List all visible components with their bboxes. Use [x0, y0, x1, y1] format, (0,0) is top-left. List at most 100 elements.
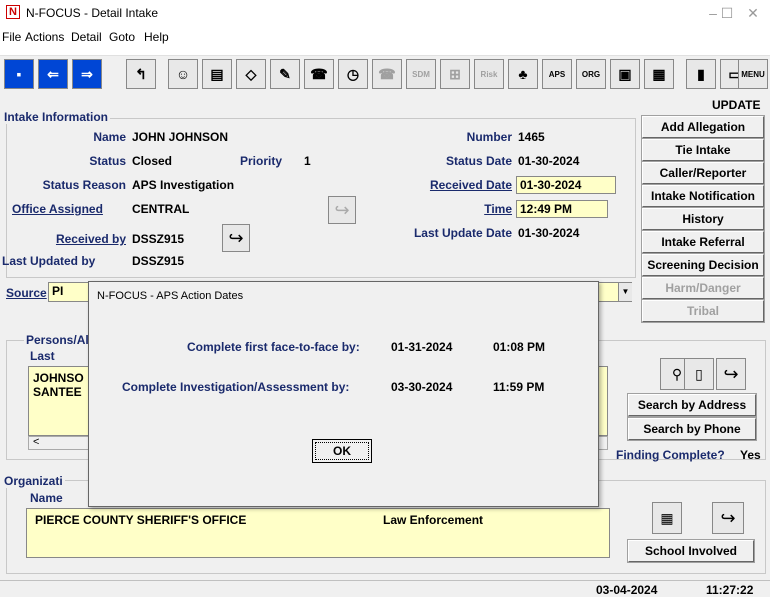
back-icon[interactable]: ↰ — [126, 59, 156, 89]
name-value: JOHN JOHNSON — [132, 130, 229, 144]
nfocus-app-icon: N — [6, 5, 20, 19]
person-row-2[interactable]: SANTEE — [33, 385, 82, 399]
organization-legend: Organizati — [2, 474, 65, 488]
screening-decision-button[interactable]: Screening Decision — [641, 253, 765, 277]
source-value: PI — [52, 284, 64, 298]
name-label: Name — [93, 130, 126, 144]
menu-file[interactable]: File — [2, 30, 21, 44]
eraser-icon[interactable]: ◇ — [236, 59, 266, 89]
priority-label: Priority — [239, 154, 282, 168]
add-allegation-button[interactable]: Add Allegation — [641, 115, 765, 139]
school-building-icon[interactable]: ▦ — [652, 502, 682, 534]
status-label: Status — [89, 154, 126, 168]
organization-list[interactable]: PIERCE COUNTY SHERIFF'S OFFICE Law Enfor… — [26, 508, 610, 558]
received-date-link[interactable]: Received Date — [400, 178, 512, 192]
finding-complete-label: Finding Complete? — [616, 448, 725, 462]
received-date-field[interactable]: 01-30-2024 — [516, 176, 616, 194]
dialog-title: N-FOCUS - APS Action Dates — [97, 290, 244, 302]
grid-disabled-icon: ⊞ — [440, 59, 470, 89]
sdm-label: SDM — [412, 69, 430, 79]
number-label: Number — [466, 130, 512, 144]
caller-reporter-button[interactable]: Caller/Reporter — [641, 161, 765, 185]
tie-intake-button[interactable]: Tie Intake — [641, 138, 765, 162]
sdm-icon: SDM — [406, 59, 436, 89]
investigation-date: 03-30-2024 — [391, 380, 453, 394]
history-button[interactable]: History — [641, 207, 765, 231]
school-involved-button[interactable]: School Involved — [627, 539, 755, 563]
report-icon[interactable]: ▤ — [202, 59, 232, 89]
phone-icon[interactable]: ☎ — [304, 59, 334, 89]
menu-bar: File Actions Detail Goto Help — [0, 26, 770, 56]
close-button[interactable]: ✕ — [738, 3, 768, 23]
window-next-icon[interactable]: ⇒ — [72, 59, 102, 89]
source-dropdown-arrow-icon[interactable]: ▼ — [618, 283, 632, 301]
computer-icon[interactable]: ▦ — [644, 59, 674, 89]
risk-label: Risk — [480, 69, 498, 79]
menu-goto[interactable]: Goto — [109, 30, 135, 44]
intake-referral-button[interactable]: Intake Referral — [641, 230, 765, 254]
face-to-face-time: 01:08 PM — [493, 340, 546, 354]
risk-icon: Risk — [474, 59, 504, 89]
organization-name-column: Name — [30, 491, 63, 505]
harm-danger-button: Harm/Danger — [641, 276, 765, 300]
menu-actions[interactable]: Actions — [25, 30, 64, 44]
time-field[interactable]: 12:49 PM — [516, 200, 608, 218]
number-value: 1465 — [518, 130, 545, 144]
person-detail-icon[interactable]: ▯ — [684, 358, 714, 390]
person-row-1[interactable]: JOHNSO — [33, 371, 84, 385]
investigation-time: 11:59 PM — [493, 380, 545, 394]
menu-help[interactable]: Help — [144, 30, 169, 44]
status-date-label: Status Date — [445, 154, 512, 168]
received-by-link[interactable]: Received by — [20, 232, 126, 246]
org-icon[interactable]: ORG — [576, 59, 606, 89]
family-icon[interactable]: ♣ — [508, 59, 538, 89]
organization-arrow-icon[interactable]: ↪ — [712, 502, 744, 534]
intake-notification-button[interactable]: Intake Notification — [641, 184, 765, 208]
tribal-button: Tribal — [641, 299, 765, 323]
investigation-label: Complete Investigation/Assessment by: — [122, 380, 350, 394]
last-updated-by-label: Last Updated by — [2, 254, 96, 268]
status-reason-value: APS Investigation — [132, 178, 235, 192]
status-bar: 03-04-2024 11:27:22 — [0, 580, 770, 597]
last-updated-by-value: DSSZ915 — [132, 254, 185, 268]
title-bar: N N-FOCUS - Detail Intake – ☐ ✕ — [0, 0, 770, 26]
persons-arrow-icon[interactable]: ↪ — [716, 358, 746, 390]
window-title: N-FOCUS - Detail Intake — [26, 6, 159, 20]
received-by-arrow-icon[interactable]: ↪ — [222, 224, 250, 252]
window-prev-icon[interactable]: ⇐ — [38, 59, 68, 89]
bar-chart-icon[interactable]: ▮ — [686, 59, 716, 89]
face-to-face-label: Complete first face-to-face by: — [187, 340, 360, 354]
window-icon[interactable]: ▣ — [610, 59, 640, 89]
mode-indicator: UPDATE — [712, 98, 761, 112]
last-update-date-label: Last Update Date — [413, 226, 512, 240]
phone-disabled-icon: ☎ — [372, 59, 402, 89]
search-by-address-button[interactable]: Search by Address — [627, 393, 757, 417]
status-value: Closed — [132, 154, 173, 168]
office-assigned-value: CENTRAL — [132, 202, 190, 216]
aps-action-dates-dialog: N-FOCUS - APS Action Dates Complete firs… — [88, 281, 599, 507]
organization-row-type[interactable]: Law Enforcement — [383, 513, 483, 527]
source-link[interactable]: Source — [6, 286, 47, 300]
organization-row-name[interactable]: PIERCE COUNTY SHERIFF'S OFFICE — [35, 513, 246, 527]
intake-information-legend: Intake Information — [2, 110, 111, 124]
notes-icon[interactable]: ✎ — [270, 59, 300, 89]
search-by-phone-button[interactable]: Search by Phone — [627, 417, 757, 441]
aps-icon[interactable]: APS — [542, 59, 572, 89]
menu-icon-label: MENU — [741, 69, 765, 79]
intake-person-icon[interactable]: ☺ — [168, 59, 198, 89]
status-date: 03-04-2024 — [596, 583, 658, 597]
time-link[interactable]: Time — [440, 202, 512, 216]
menu-detail[interactable]: Detail — [71, 30, 102, 44]
toolbar: ▪ ⇐ ⇒ ↰ ☺ ▤ ◇ ✎ ☎ ◷ ☎ SDM ⊞ Risk ♣ APS O… — [0, 56, 770, 92]
ok-button[interactable]: OK — [312, 439, 372, 463]
calendar-clock-icon[interactable]: ◷ — [338, 59, 368, 89]
persons-last-column: Last — [30, 349, 55, 363]
window-small-icon[interactable]: ▪ — [4, 59, 34, 89]
office-assigned-link[interactable]: Office Assigned — [12, 202, 126, 216]
priority-value: 1 — [304, 154, 311, 168]
finding-complete-value: Yes — [740, 448, 761, 462]
received-by-value: DSSZ915 — [132, 232, 185, 246]
scroll-left-icon[interactable]: < — [33, 436, 39, 448]
menu-icon[interactable]: MENU — [738, 59, 768, 89]
status-date-value: 01-30-2024 — [518, 154, 580, 168]
